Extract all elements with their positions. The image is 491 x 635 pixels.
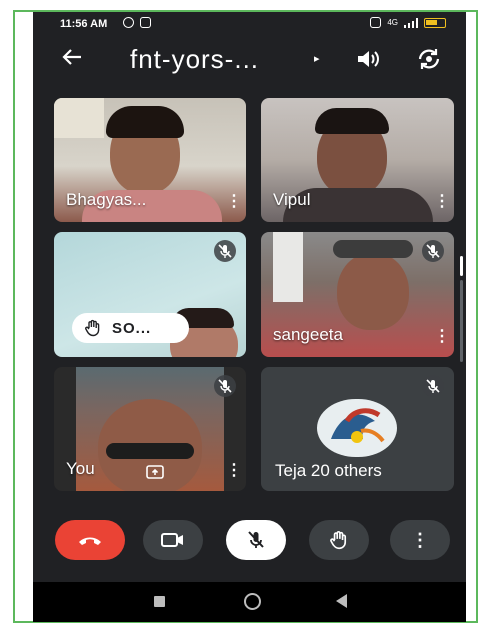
mic-off-icon (426, 379, 440, 393)
more-options-button[interactable]: ⋮ (390, 520, 450, 560)
raise-hand-icon (85, 319, 100, 337)
status-time: 11:56 AM (60, 18, 108, 30)
back-button[interactable] (61, 46, 83, 73)
call-controls: ⋮ (33, 520, 466, 576)
avatar-image (331, 408, 385, 443)
participant-glasses (106, 443, 194, 459)
others-tile[interactable]: Teja 20 others (261, 367, 454, 491)
participant-menu-button[interactable]: ⋮ (434, 329, 450, 345)
participant-name: You (66, 459, 95, 478)
mic-toggle-button[interactable] (226, 520, 286, 560)
system-back-button[interactable] (336, 594, 347, 608)
mic-off-badge (214, 240, 236, 262)
participant-tile[interactable]: Vipul ⋮ (261, 98, 454, 222)
participant-glasses (333, 240, 413, 258)
back-arrow-icon (62, 49, 81, 65)
mic-off-icon (218, 244, 232, 258)
signal-label: 4G (387, 18, 398, 27)
participant-name: Vipul (273, 190, 311, 209)
end-call-icon (79, 537, 101, 545)
recent-apps-button[interactable] (154, 596, 165, 607)
scrollbar-thumb[interactable] (460, 256, 463, 276)
home-button[interactable] (244, 593, 261, 610)
others-count: 20 others (310, 461, 382, 480)
video-icon (161, 533, 183, 547)
meeting-title[interactable]: fnt-yors-... (130, 44, 259, 75)
meeting-details-caret-icon[interactable]: ▸ (314, 52, 320, 65)
participant-tile[interactable]: sangeeta ⋮ (261, 232, 454, 357)
camera-switch-icon (418, 49, 440, 69)
present-button[interactable] (146, 464, 164, 480)
sim-icon (370, 17, 382, 28)
mic-off-badge (422, 375, 444, 397)
participant-menu-button[interactable]: ⋮ (434, 194, 450, 210)
switch-camera-button[interactable] (416, 46, 442, 72)
raise-hand-button[interactable] (309, 520, 369, 560)
status-bar: 11:56 AM 4G (33, 12, 466, 36)
participant-name: sangeeta (273, 325, 343, 344)
status-icons-right: 4G (370, 17, 446, 28)
participant-menu-button[interactable]: ⋮ (226, 463, 242, 479)
camera-toggle-button[interactable] (143, 520, 203, 560)
notification-icon-2 (140, 17, 151, 28)
whiteboard (54, 98, 104, 138)
participant-video (337, 252, 409, 330)
speaker-icon (358, 51, 379, 67)
others-label: Teja 20 others (275, 461, 382, 481)
mic-off-icon (426, 244, 440, 258)
participant-name: SO... (112, 319, 152, 337)
raised-hand-indicator: SO... (72, 313, 189, 343)
android-nav-bar (33, 582, 466, 622)
participant-hair (106, 106, 184, 138)
participant-menu-button[interactable]: ⋮ (226, 194, 242, 210)
participant-avatar (317, 399, 397, 457)
battery-icon (424, 17, 446, 28)
end-call-button[interactable] (55, 520, 125, 560)
background-window (273, 232, 303, 302)
scrollbar-track[interactable] (460, 280, 463, 362)
participant-name: Bhagyas... (66, 190, 147, 209)
more-vert-icon: ⋮ (411, 529, 429, 550)
participant-tile[interactable]: Bhagyas... ⋮ (54, 98, 246, 222)
present-icon (146, 465, 164, 479)
raise-hand-icon (330, 531, 347, 550)
call-top-bar: fnt-yors-... ▸ (33, 36, 466, 84)
signal-icon (404, 17, 418, 28)
phone-screen: 11:56 AM 4G fnt-yors-... ▸ Bhagyas... ⋮ … (33, 12, 466, 622)
participant-tile[interactable]: SO... (54, 232, 246, 357)
participant-name: Teja (275, 461, 307, 480)
self-view-tile[interactable]: You ⋮ (54, 367, 246, 491)
participant-hair (315, 108, 389, 134)
status-icons-left (123, 17, 151, 28)
mic-off-badge (422, 240, 444, 262)
mic-off-icon (248, 531, 264, 548)
mic-off-icon (218, 379, 232, 393)
speaker-button[interactable] (355, 47, 381, 71)
mic-off-badge (214, 375, 236, 397)
notification-icon (123, 17, 134, 28)
